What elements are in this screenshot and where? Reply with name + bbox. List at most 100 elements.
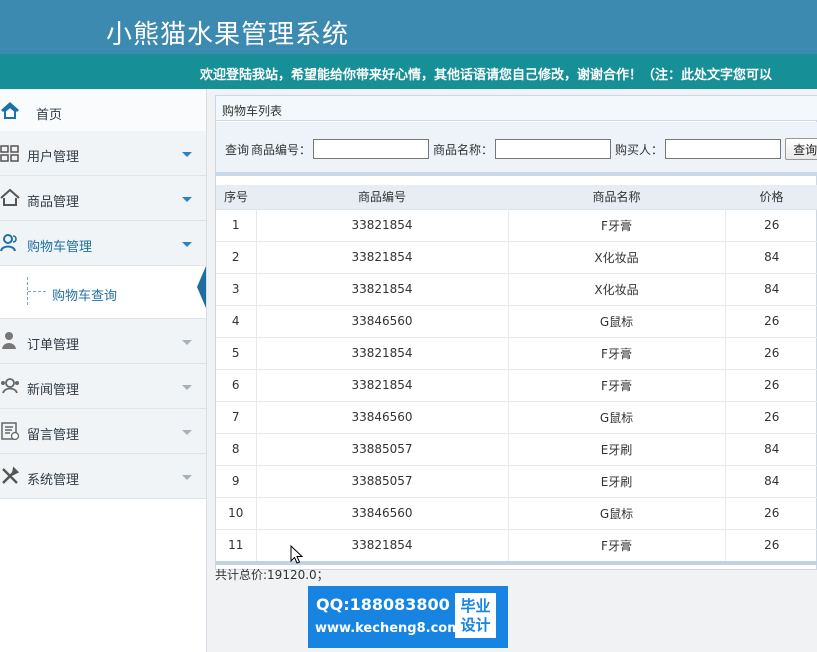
table-cell: 26 bbox=[725, 401, 817, 434]
table-row: 2 33821854 X化妆品 84 bbox=[216, 241, 817, 274]
search-button[interactable]: 查询 bbox=[785, 138, 817, 160]
table-cell: 33821854 bbox=[256, 337, 509, 370]
table-cell: 6 bbox=[216, 369, 257, 402]
watermark: QQ:188083800 www.kecheng8.com 毕业 设计 bbox=[308, 586, 508, 648]
sidebar-item-orders[interactable]: 订单管理 bbox=[0, 319, 206, 364]
table-cell: 26 bbox=[725, 209, 817, 242]
table-cell: 26 bbox=[725, 337, 817, 370]
chevron-down-icon bbox=[182, 385, 192, 390]
column-header: 商品编号 bbox=[256, 185, 508, 210]
users-grid-icon bbox=[0, 145, 19, 162]
table-cell: F牙膏 bbox=[508, 369, 726, 402]
cart-list-panel: 购物车列表 查询 商品编号： 商品名称： 购买人： 查询 序号 商品编号 商品名… bbox=[215, 95, 817, 570]
badge-line: 设计 bbox=[460, 616, 491, 634]
table-cell: 26 bbox=[725, 497, 817, 530]
table-bottom-border bbox=[216, 561, 817, 565]
product-no-input[interactable] bbox=[313, 139, 430, 159]
table-cell: 5 bbox=[216, 337, 257, 370]
table-row: 5 33821854 F牙膏 26 bbox=[216, 337, 817, 370]
house-icon bbox=[0, 188, 20, 206]
table-cell: G鼠标 bbox=[508, 401, 726, 434]
table-cell: 8 bbox=[216, 433, 257, 466]
table-row: 9 33885057 E牙刷 84 bbox=[216, 465, 817, 498]
product-name-input[interactable] bbox=[495, 139, 612, 159]
cart-submenu: 购物车查询 bbox=[0, 266, 206, 319]
submenu-cart-query[interactable]: 购物车查询 bbox=[52, 285, 117, 304]
person-icon bbox=[2, 332, 16, 349]
product-no-label: 商品编号： bbox=[251, 142, 312, 157]
chevron-down-icon bbox=[182, 475, 192, 480]
sidebar-item-label: 新闻管理 bbox=[27, 383, 80, 398]
cart-table: 序号 商品编号 商品名称 价格 1 33821854 F牙膏 26 2 33821854 X… bbox=[216, 185, 817, 562]
table-cell: 33846560 bbox=[256, 497, 509, 530]
table-cell: G鼠标 bbox=[508, 497, 726, 530]
top-header: 小熊猫水果管理系统 bbox=[0, 0, 817, 54]
sidebar-item-label: 订单管理 bbox=[27, 338, 80, 353]
table-row: 4 33846560 G鼠标 26 bbox=[216, 305, 817, 338]
chevron-down-icon bbox=[182, 430, 192, 435]
sidebar-item-label: 留言管理 bbox=[27, 428, 80, 443]
column-header: 序号 bbox=[216, 185, 256, 210]
table-cell: 33821854 bbox=[256, 209, 509, 242]
table-cell: 84 bbox=[725, 241, 817, 274]
column-header: 价格 bbox=[725, 185, 817, 210]
search-row: 查询 商品编号： 商品名称： 购买人： 查询 bbox=[225, 138, 817, 160]
table-cell: 84 bbox=[725, 273, 817, 306]
table-cell: F牙膏 bbox=[508, 209, 726, 242]
table-cell: 33846560 bbox=[256, 401, 509, 434]
table-cell: 33885057 bbox=[256, 465, 509, 498]
mouse-cursor-icon bbox=[290, 545, 303, 564]
url-text: www.kecheng8.com bbox=[315, 621, 461, 636]
qq-text: QQ:188083800 bbox=[316, 595, 450, 614]
table-cell: 33885057 bbox=[256, 433, 509, 466]
search-bar: 查询 商品编号： 商品名称： 购买人： 查询 bbox=[216, 122, 817, 176]
system-title: 小熊猫水果管理系统 bbox=[106, 20, 350, 50]
product-name-label: 商品名称： bbox=[433, 142, 494, 157]
table-cell: 11 bbox=[216, 529, 257, 562]
table-cell: 84 bbox=[725, 433, 817, 466]
home-icon bbox=[1, 102, 19, 119]
table-cell: 33821854 bbox=[256, 273, 509, 306]
sidebar-item-cart[interactable]: 购物车管理 bbox=[0, 221, 206, 266]
buyer-label: 购买人： bbox=[615, 142, 664, 157]
badge-line: 毕业 bbox=[460, 597, 491, 615]
table-cell: E牙刷 bbox=[508, 433, 726, 466]
query-label: 查询 bbox=[225, 142, 250, 157]
table-cell: X化妆品 bbox=[508, 241, 726, 274]
chevron-down-icon bbox=[182, 197, 192, 202]
total-price: 共计总价:19120.0； bbox=[215, 568, 329, 582]
design-badge: 毕业 设计 bbox=[455, 593, 496, 638]
news-icon bbox=[1, 378, 19, 394]
sidebar-item-label: 系统管理 bbox=[27, 473, 80, 488]
user-group-icon bbox=[0, 234, 17, 252]
message-icon bbox=[1, 422, 20, 441]
panel-title: 购物车列表 bbox=[216, 96, 817, 121]
table-row: 3 33821854 X化妆品 84 bbox=[216, 273, 817, 306]
table-cell: 26 bbox=[725, 305, 817, 338]
table-cell: 4 bbox=[216, 305, 257, 338]
buyer-input[interactable] bbox=[665, 139, 782, 159]
sidebar-item-users[interactable]: 用户管理 bbox=[0, 131, 206, 176]
table-cell: 33846560 bbox=[256, 305, 509, 338]
chevron-down-icon bbox=[182, 340, 192, 345]
welcome-banner: 欢迎登陆我站，希望能给你带来好心情，其他话语请您自己修改，谢谢合作！（注：此处文… bbox=[0, 54, 817, 89]
table-header-row: 序号 商品编号 商品名称 价格 bbox=[216, 185, 817, 210]
sidebar-item-label: 购物车管理 bbox=[27, 240, 93, 255]
table-row: 10 33846560 G鼠标 26 bbox=[216, 497, 817, 530]
welcome-text: 欢迎登陆我站，希望能给你带来好心情，其他话语请您自己修改，谢谢合作！（注：此处文… bbox=[200, 68, 773, 83]
table-cell: 33821854 bbox=[256, 241, 509, 274]
table-row: 11 33821854 F牙膏 26 bbox=[216, 529, 817, 562]
table-cell: 2 bbox=[216, 241, 257, 274]
sidebar-item-messages[interactable]: 留言管理 bbox=[0, 409, 206, 454]
sidebar-item-system[interactable]: 系统管理 bbox=[0, 454, 206, 499]
table-cell: E牙刷 bbox=[508, 465, 726, 498]
sidebar-item-news[interactable]: 新闻管理 bbox=[0, 364, 206, 409]
chevron-down-icon bbox=[182, 152, 192, 157]
table-cell: X化妆品 bbox=[508, 273, 726, 306]
sidebar-item-products[interactable]: 商品管理 bbox=[0, 176, 206, 221]
sidebar-item-label: 用户管理 bbox=[27, 150, 80, 165]
table-cell: 1 bbox=[216, 209, 257, 242]
sidebar-item-home[interactable]: 首页 bbox=[0, 89, 206, 134]
table-cell: 10 bbox=[216, 497, 257, 530]
table-cell: F牙膏 bbox=[508, 529, 726, 562]
